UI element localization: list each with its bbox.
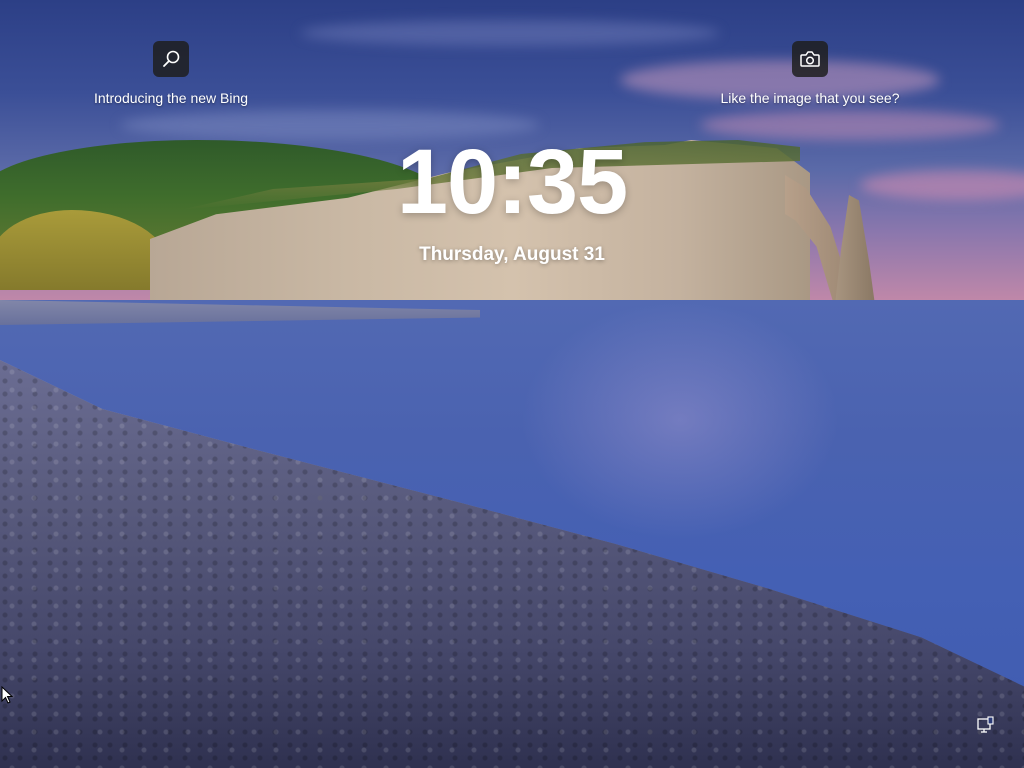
- search-icon[interactable]: [153, 41, 189, 77]
- camera-icon[interactable]: [792, 41, 828, 77]
- lockscreen-date: Thursday, August 31: [419, 244, 605, 265]
- lockscreen-clock: 10:35: [396, 131, 628, 233]
- cloud: [300, 20, 720, 46]
- network-icon[interactable]: [975, 716, 995, 736]
- spotlight-like-tile[interactable]: Like the image that you see?: [709, 41, 911, 106]
- mouse-pointer-icon: [1, 685, 14, 704]
- bing-promo-label[interactable]: Introducing the new Bing: [94, 90, 248, 106]
- lockscreen-background: [0, 0, 1024, 768]
- sea-reflection: [520, 300, 840, 540]
- bing-promo-tile[interactable]: Introducing the new Bing: [71, 41, 271, 106]
- spotlight-like-label[interactable]: Like the image that you see?: [720, 90, 899, 106]
